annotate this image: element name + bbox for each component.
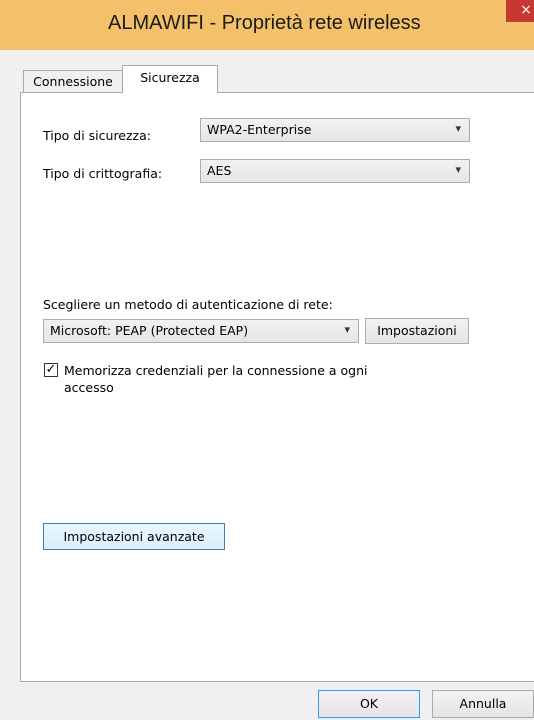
advanced-settings-label: Impostazioni avanzate <box>63 529 205 544</box>
remember-credentials-label: Memorizza credenziali per la connessione… <box>64 363 368 378</box>
chevron-down-icon: ▾ <box>455 122 461 135</box>
auth-settings-button[interactable]: Impostazioni <box>365 318 469 344</box>
auth-method-value: Microsoft: PEAP (Protected EAP) <box>50 323 249 338</box>
ok-label: OK <box>359 696 379 711</box>
title-bar: ALMAWIFI - Proprietà rete wireless × <box>0 0 534 50</box>
chevron-down-icon: ▾ <box>455 163 461 176</box>
encryption-type-select[interactable]: AES ▾ <box>200 159 470 183</box>
remember-credentials-checkbox[interactable]: ✓ <box>44 363 58 377</box>
tab-label: Sicurezza <box>140 70 200 85</box>
tab-connessione[interactable]: Connessione <box>23 70 123 92</box>
encryption-type-label: Tipo di crittografia: <box>43 166 163 181</box>
tab-label: Connessione <box>33 74 113 89</box>
auth-method-label: Scegliere un metodo di autenticazione di… <box>43 297 333 312</box>
cancel-button[interactable]: Annulla <box>432 690 534 718</box>
close-icon: × <box>520 2 532 18</box>
cancel-label: Annulla <box>459 696 507 711</box>
auth-settings-label: Impostazioni <box>377 323 457 338</box>
window-title: ALMAWIFI - Proprietà rete wireless <box>108 12 421 34</box>
remember-credentials-label-line2: accesso <box>64 380 114 395</box>
check-icon: ✓ <box>45 362 57 377</box>
chevron-down-icon: ▾ <box>344 323 350 336</box>
auth-method-select[interactable]: Microsoft: PEAP (Protected EAP) ▾ <box>43 319 359 343</box>
advanced-settings-button[interactable]: Impostazioni avanzate <box>43 523 225 550</box>
security-type-value: WPA2-Enterprise <box>207 122 312 137</box>
security-type-label: Tipo di sicurezza: <box>43 128 151 143</box>
close-button[interactable]: × <box>506 0 534 22</box>
tab-sicurezza[interactable]: Sicurezza <box>122 65 218 93</box>
ok-button[interactable]: OK <box>318 690 420 718</box>
encryption-type-value: AES <box>207 163 232 178</box>
security-type-select[interactable]: WPA2-Enterprise ▾ <box>200 118 470 142</box>
